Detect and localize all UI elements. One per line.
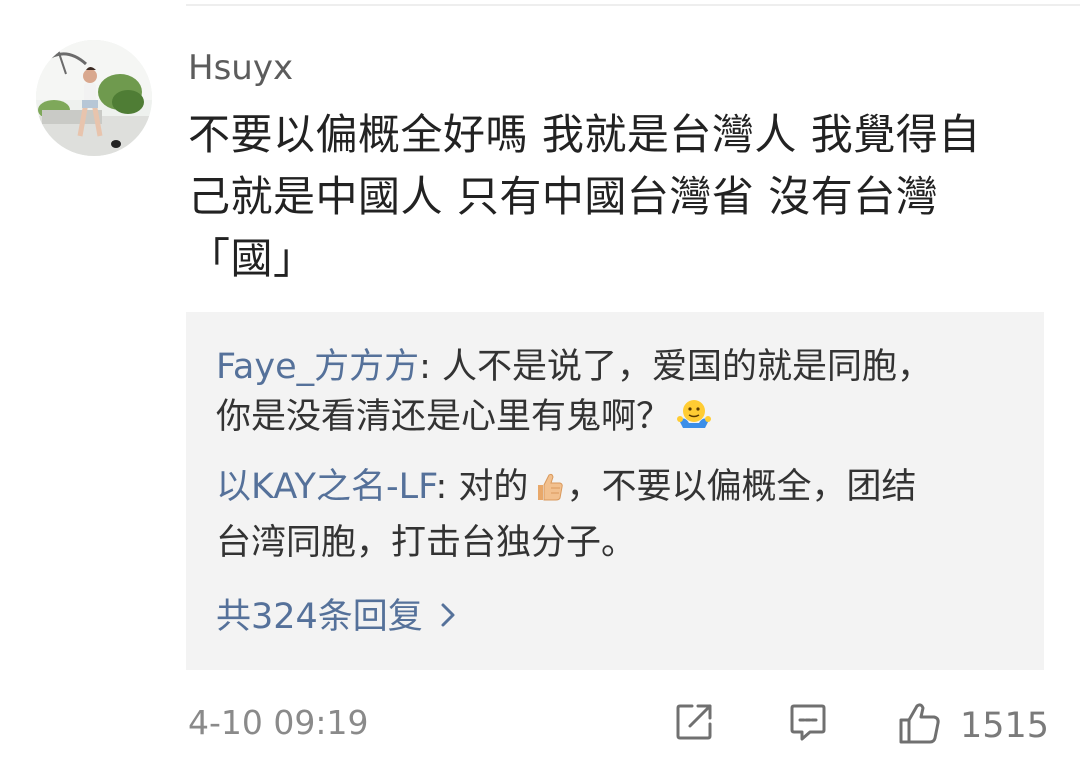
reply-item[interactable]: Faye_方方方: 人不是说了，爱国的就是同胞， 你是没看清还是心里有鬼啊？: [216, 342, 1016, 448]
comment-text: 不要以偏概全好嗎 我就是台灣人 我覺得自 己就是中國人 只有中國台灣省 沒有台灣「…: [188, 104, 1038, 290]
comment-line: 不要以偏概全好嗎 我就是台灣人 我覺得自: [188, 110, 981, 159]
avatar-image: [36, 40, 152, 156]
forward-button[interactable]: [672, 700, 716, 748]
thumbs-up-icon: [896, 700, 944, 752]
more-replies-link[interactable]: 共324条回复: [216, 592, 457, 642]
like-button[interactable]: 1515: [896, 700, 1049, 752]
reply-item[interactable]: 以KAY之名-LF: 对的 ，不要以偏概全，团结台湾同胞，打击台独分子。: [216, 462, 1016, 568]
replies-box[interactable]: Faye_方方方: 人不是说了，爱国的就是同胞， 你是没看清还是心里有鬼啊？ 以K…: [186, 312, 1044, 670]
reply-separator: :: [419, 347, 443, 387]
reply-text: 人不是说了，爱国的就是同胞，: [442, 347, 933, 387]
like-count: 1515: [960, 706, 1050, 746]
reply-text: 你是没看清还是心里有鬼啊？: [216, 397, 672, 437]
comment-card: Hsuyx 不要以偏概全好嗎 我就是台灣人 我覺得自 己就是中國人 只有中國台灣省…: [0, 0, 1080, 765]
reply-text: 台湾同胞，打击台独分子。: [216, 523, 637, 563]
avatar[interactable]: [36, 40, 152, 156]
comment-line: 己就是中國人 只有中國台灣省 沒有台灣: [188, 172, 939, 221]
reply-username[interactable]: Faye_方方方: [216, 347, 419, 387]
comment-line: 「國」: [188, 234, 316, 283]
reply-separator: :: [435, 467, 459, 507]
reply-text: ，不要以偏概全，团结: [566, 467, 917, 507]
reply-button[interactable]: [786, 700, 830, 748]
more-replies-label: 共324条回复: [216, 597, 423, 637]
reply-text: 对的: [458, 467, 529, 507]
reply-username[interactable]: 以KAY之名-LF: [216, 467, 436, 507]
shrug-emoji-icon: [675, 396, 713, 448]
comment-icon: [786, 700, 830, 748]
thumbs-up-emoji-icon: [532, 468, 566, 518]
share-icon: [672, 700, 716, 748]
comment-username[interactable]: Hsuyx: [188, 44, 293, 92]
comment-timestamp: 4-10 09:19: [188, 703, 369, 742]
chevron-right-icon: [439, 592, 457, 642]
divider: [186, 4, 1080, 6]
